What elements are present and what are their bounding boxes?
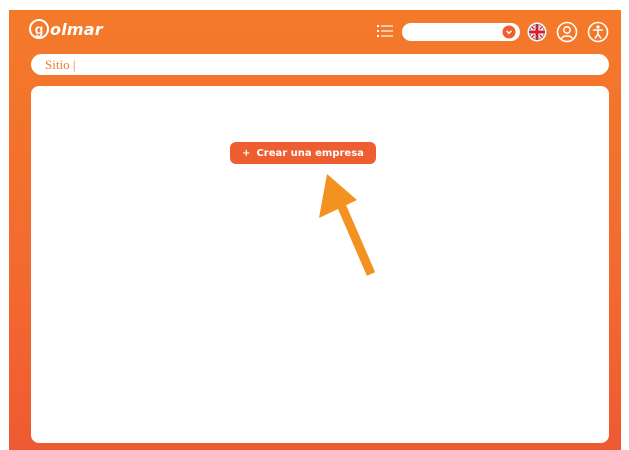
plus-icon: + xyxy=(242,147,251,159)
create-company-button[interactable]: + Crear una empresa xyxy=(230,142,376,164)
top-bar: g olmar xyxy=(9,10,621,52)
main-panel: + Crear una empresa xyxy=(31,86,609,443)
site-select[interactable] xyxy=(402,23,520,41)
site-bar[interactable]: Sitio | xyxy=(31,54,609,75)
uk-flag-icon[interactable] xyxy=(527,22,547,42)
app-window: g olmar Sitio | + Crear una empresa xyxy=(9,10,621,450)
list-icon[interactable] xyxy=(377,24,393,38)
logo-letter: g xyxy=(29,19,49,39)
user-icon[interactable] xyxy=(556,21,578,43)
pointer-arrow xyxy=(319,174,376,276)
logo-text: olmar xyxy=(50,19,103,39)
site-label: Sitio | xyxy=(45,57,76,72)
golmar-logo[interactable]: g olmar xyxy=(29,18,103,40)
accessibility-icon[interactable] xyxy=(587,21,609,43)
chevron-down-icon xyxy=(502,25,516,39)
create-company-label: Crear una empresa xyxy=(256,147,364,159)
